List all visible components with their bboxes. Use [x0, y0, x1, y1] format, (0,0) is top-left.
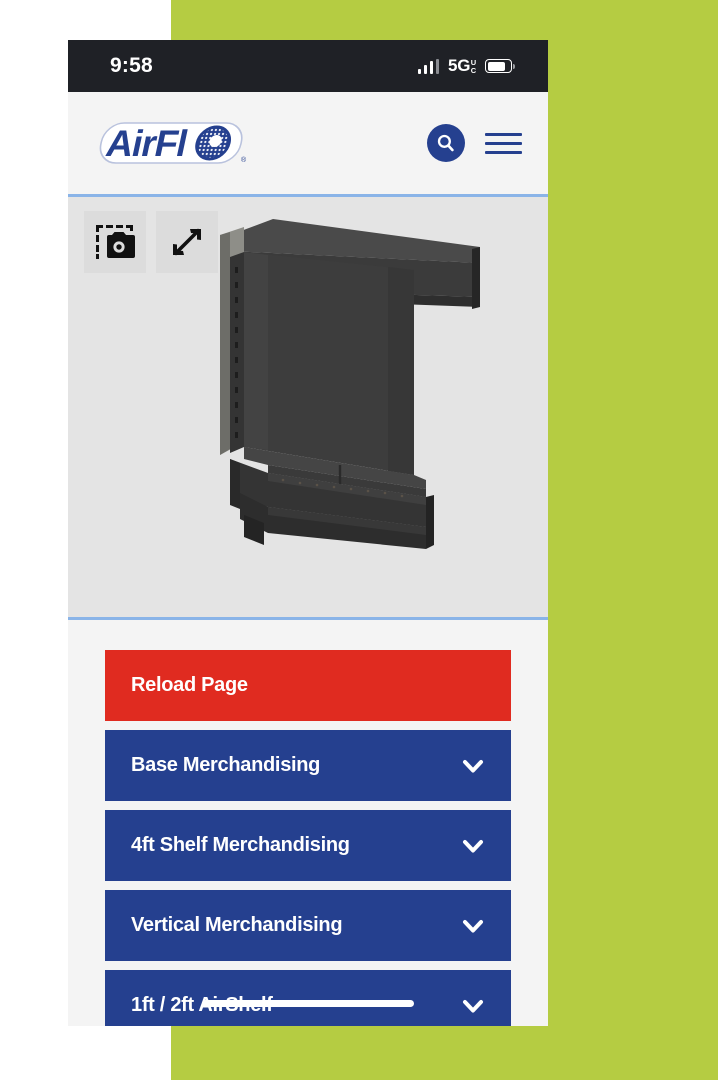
camera-screenshot-icon[interactable] — [84, 211, 146, 273]
image-tool-buttons — [84, 211, 218, 273]
network-subscript-bottom: C — [470, 65, 476, 75]
battery-fill — [487, 61, 505, 71]
chevron-down-icon — [463, 839, 483, 852]
4ft-shelf-merchandising-accordion[interactable]: 4ft Shelf Merchandising — [105, 810, 511, 881]
logo-trademark-symbol: ® — [241, 156, 247, 164]
chevron-down-icon — [463, 759, 483, 772]
status-bar: 9:58 5G U C — [68, 40, 548, 92]
panel-label: Vertical Merchandising — [131, 914, 343, 936]
network-type-label: 5G U C — [448, 56, 476, 76]
panel-label: Base Merchandising — [131, 754, 321, 776]
site-header: AirFl ® — [68, 92, 548, 197]
header-actions — [427, 124, 522, 162]
status-bar-indicators: 5G U C — [417, 56, 515, 76]
clipped-edge-text: r — [0, 292, 6, 306]
chevron-down-icon — [463, 999, 483, 1012]
svg-text:AirFl: AirFl — [103, 122, 191, 164]
hamburger-menu-icon[interactable] — [485, 132, 522, 154]
search-icon[interactable] — [427, 124, 465, 162]
reload-page-button[interactable]: Reload Page — [105, 650, 511, 721]
network-subscript: U C — [471, 59, 476, 74]
battery-icon — [485, 59, 515, 73]
product-image-zone — [68, 197, 548, 620]
airflo-logo[interactable]: AirFl ® — [98, 120, 250, 166]
vertical-merchandising-accordion[interactable]: Vertical Merchandising — [105, 890, 511, 961]
panel-label: 4ft Shelf Merchandising — [131, 834, 350, 856]
base-merchandising-accordion[interactable]: Base Merchandising — [105, 730, 511, 801]
phone-screenshot: 9:58 5G U C AirFl ® Reload Page Base Mer… — [68, 40, 548, 1026]
1ft-2ft-airshelf-accordion[interactable]: 1ft / 2ft AirShelf — [105, 970, 511, 1026]
screenshot-stage: r 9:58 5G U C — [0, 0, 718, 1080]
expand-diagonal-arrows-icon[interactable] — [156, 211, 218, 273]
network-type-text: 5G — [448, 56, 471, 75]
merchandising-panel-list: Reload Page Base Merchandising 4ft Shelf… — [68, 620, 548, 1026]
status-bar-time: 9:58 — [110, 54, 153, 77]
home-indicator-bar[interactable] — [202, 1000, 414, 1007]
cellular-bars-icon — [417, 58, 439, 74]
panel-label: Reload Page — [131, 674, 248, 696]
chevron-down-icon — [463, 919, 483, 932]
